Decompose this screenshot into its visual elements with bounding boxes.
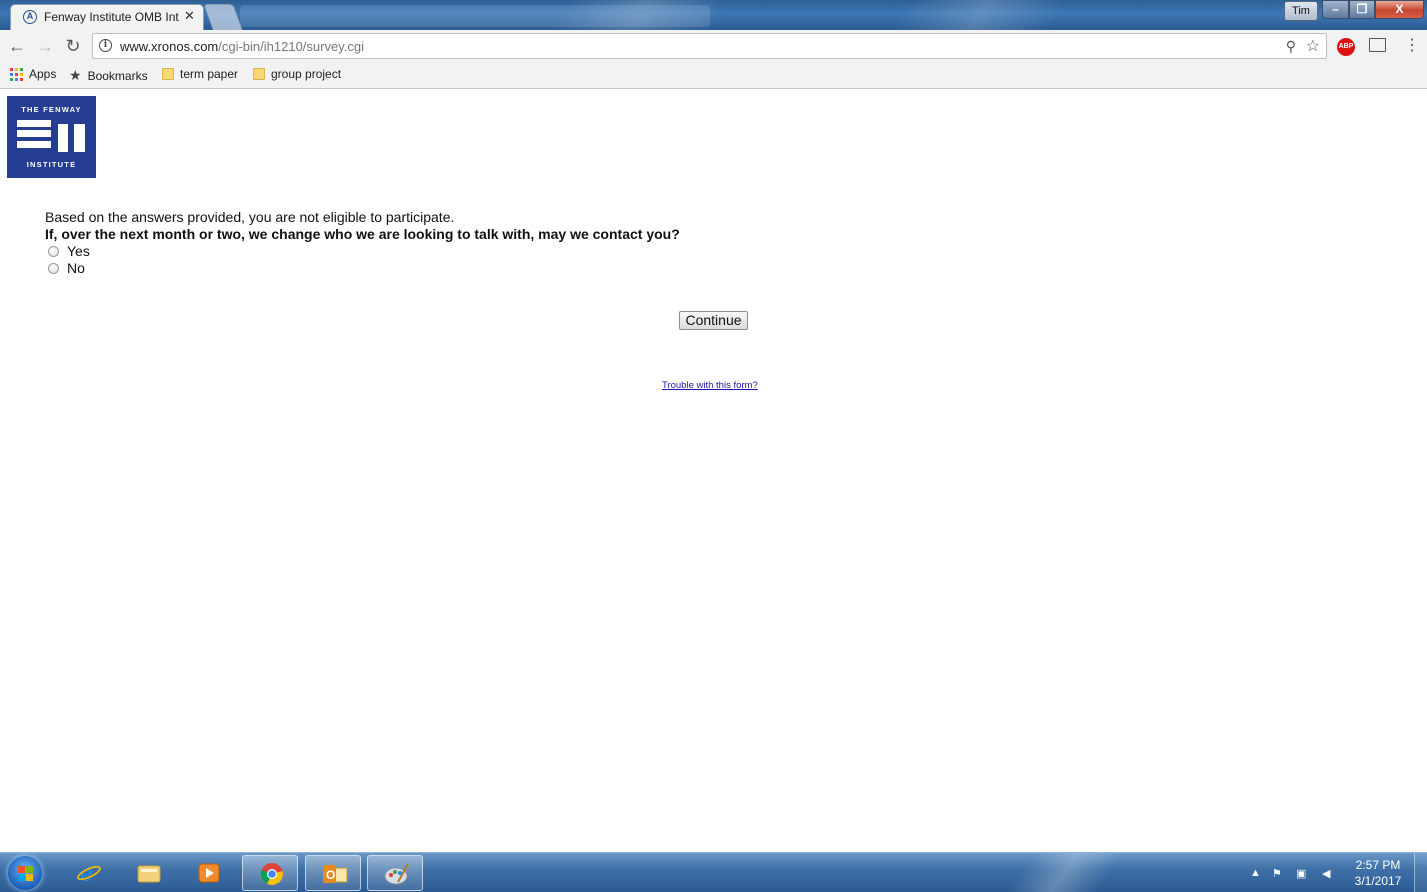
outlook-icon: O — [323, 865, 348, 883]
volume-icon[interactable]: ◀ — [1322, 867, 1330, 880]
bookmarks-bar: Apps ★ Bookmarks term paper group projec… — [0, 63, 1427, 89]
background-window-ghost — [240, 5, 710, 27]
folder-icon — [162, 68, 174, 80]
maximize-button[interactable]: ❐ — [1349, 0, 1375, 19]
taskbar-glow — [1005, 853, 1125, 892]
info-icon[interactable]: i — [99, 39, 112, 52]
internet-explorer-icon: e — [77, 862, 101, 885]
show-desktop-button[interactable] — [1414, 853, 1427, 892]
chrome-icon — [260, 863, 283, 885]
new-tab-button[interactable] — [203, 4, 243, 30]
reload-icon[interactable]: ↻ — [62, 36, 84, 58]
start-button[interactable] — [8, 856, 42, 890]
taskbar-paint[interactable] — [367, 855, 423, 891]
clock-time: 2:57 PM — [1355, 858, 1401, 872]
taskbar-media-player[interactable] — [180, 855, 236, 891]
clock-date: 3/1/2017 — [1354, 874, 1402, 888]
url-path: /cgi-bin/ih1210/survey.cgi — [218, 39, 364, 54]
taskbar: e O ▲ ⚑ ▣ ◀ 2:57 PM 3/1/2017 — [0, 852, 1427, 892]
windows-logo-icon — [18, 866, 25, 873]
windows-logo-icon — [26, 874, 33, 881]
logo-line-2: INSTITUTE — [26, 160, 77, 169]
logo-mark-bar — [17, 141, 51, 148]
taskbar-file-explorer[interactable] — [120, 855, 176, 891]
logo-mark-bar — [17, 120, 51, 127]
zoom-icon[interactable]: ⚲ — [1286, 38, 1296, 55]
media-player-icon — [198, 863, 220, 883]
taskbar-outlook[interactable]: O — [305, 855, 361, 891]
star-icon: ★ — [69, 67, 82, 83]
menu-icon[interactable]: ⋮ — [1404, 36, 1420, 56]
file-explorer-icon — [137, 865, 161, 883]
paint-icon — [384, 863, 409, 885]
glass-streak — [891, 0, 1069, 30]
folder-icon — [253, 68, 265, 80]
site-favicon-icon: A — [23, 10, 37, 24]
svg-text:O: O — [326, 868, 335, 882]
option-no[interactable]: No — [48, 260, 85, 276]
bookmark-apps[interactable]: Apps — [10, 67, 56, 81]
fenway-institute-logo: THE FENWAY INSTITUTE — [7, 96, 96, 178]
trouble-link[interactable]: Trouble with this form? — [662, 380, 758, 391]
url-text[interactable]: www.xronos.com/cgi-bin/ih1210/survey.cgi — [120, 39, 364, 54]
option-yes[interactable]: Yes — [48, 243, 90, 259]
bookmark-label: Bookmarks — [87, 68, 148, 83]
bookmark-label: Apps — [29, 67, 57, 81]
minimize-button[interactable]: – — [1322, 0, 1349, 19]
network-icon[interactable]: ▣ — [1296, 867, 1306, 880]
system-clock[interactable]: 2:57 PM 3/1/2017 — [1348, 857, 1408, 889]
back-icon[interactable]: ← — [6, 36, 28, 58]
tab-title: Fenway Institute OMB Int — [44, 10, 179, 24]
address-bar[interactable]: i www.xronos.com/cgi-bin/ih1210/survey.c… — [92, 33, 1327, 59]
logo-mark-bar — [17, 130, 51, 137]
close-window-button[interactable]: X — [1375, 0, 1424, 19]
bookmark-label: group project — [271, 67, 342, 81]
option-yes-label: Yes — [67, 243, 90, 259]
bookmark-group-project[interactable]: group project — [253, 67, 341, 81]
bookmark-star-icon[interactable]: ☆ — [1306, 36, 1320, 56]
windows-logo-icon — [18, 874, 25, 881]
logo-line-1: THE FENWAY — [21, 105, 82, 114]
show-hidden-icons[interactable]: ▲ — [1250, 867, 1261, 879]
logo-mark-bar — [58, 124, 68, 152]
contact-question: If, over the next month or two, we chang… — [45, 226, 680, 242]
forward-icon[interactable]: → — [34, 36, 56, 58]
window-controls: – ❐ X — [1322, 0, 1424, 19]
continue-button[interactable]: Continue — [679, 311, 748, 330]
cast-icon[interactable] — [1369, 38, 1386, 52]
taskbar-internet-explorer[interactable]: e — [60, 855, 116, 891]
tab-close-icon[interactable]: ✕ — [184, 8, 195, 24]
browser-toolbar: ← → ↻ i www.xronos.com/cgi-bin/ih1210/su… — [0, 30, 1427, 63]
adblock-icon[interactable]: ABP — [1337, 38, 1355, 56]
window-titlebar: A Fenway Institute OMB Int ✕ Tim – ❐ X — [0, 0, 1427, 30]
action-center-flag-icon[interactable]: ⚑ — [1272, 867, 1282, 880]
tab-active[interactable]: A Fenway Institute OMB Int ✕ — [10, 4, 204, 30]
option-no-label: No — [67, 260, 85, 276]
bookmark-label: term paper — [180, 67, 239, 81]
radio-no[interactable] — [48, 262, 59, 274]
radio-yes[interactable] — [48, 245, 59, 257]
url-host: www.xronos.com — [120, 39, 219, 54]
windows-logo-icon — [26, 866, 33, 873]
bookmark-bookmarks[interactable]: ★ Bookmarks — [69, 67, 148, 84]
logo-mark-bar — [74, 124, 85, 152]
apps-grid-icon — [10, 67, 23, 81]
svg-text:e: e — [80, 862, 93, 885]
eligibility-message: Based on the answers provided, you are n… — [45, 209, 455, 225]
bookmark-term-paper[interactable]: term paper — [162, 67, 238, 81]
profile-button[interactable]: Tim — [1284, 1, 1318, 21]
taskbar-chrome[interactable] — [242, 855, 298, 891]
